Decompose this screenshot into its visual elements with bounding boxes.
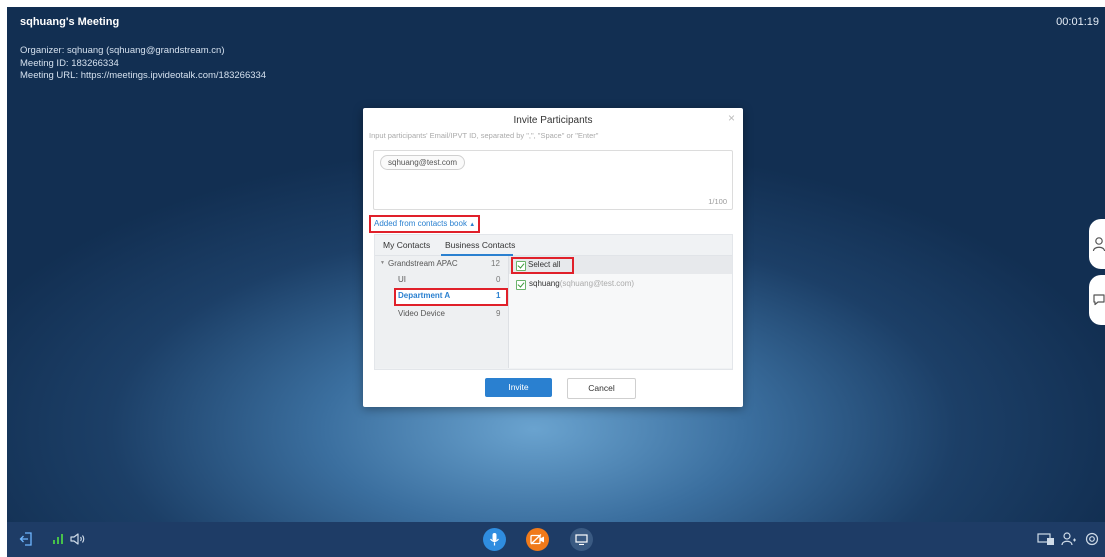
screen-share-icon	[575, 534, 588, 545]
meeting-toolbar	[7, 522, 1105, 557]
screen-share-button[interactable]	[570, 528, 593, 551]
select-all-row[interactable]: Select all	[509, 256, 732, 274]
participants-side-tab[interactable]	[1089, 219, 1105, 269]
contacts-panel: My Contacts Business Contacts ▼ Grandstr…	[374, 234, 733, 370]
chat-side-tab[interactable]	[1089, 275, 1105, 325]
microphone-icon	[490, 533, 499, 546]
member-checkbox[interactable]	[516, 280, 526, 290]
select-all-highlight: Select all	[511, 257, 574, 274]
dialog-title: Invite Participants	[513, 115, 593, 126]
participants-input[interactable]: sqhuang@test.com 1/100	[373, 150, 733, 210]
member-name-text: sqhuang	[529, 279, 560, 288]
participant-counter: 1/100	[708, 197, 727, 206]
meeting-id-text: Meeting ID: 183266334	[20, 57, 119, 69]
cancel-button[interactable]: Cancel	[567, 378, 636, 399]
settings-icon[interactable]	[1084, 531, 1100, 547]
select-all-label: Select all	[528, 260, 561, 269]
tree-node-label: Department A	[398, 291, 451, 300]
expand-arrow-icon[interactable]: ▼	[380, 260, 385, 266]
leave-icon[interactable]	[19, 531, 33, 547]
video-off-icon	[530, 534, 544, 545]
display-icon[interactable]	[1037, 533, 1055, 546]
caret-up-icon: ▲	[469, 222, 476, 228]
signal-icon[interactable]	[52, 533, 64, 545]
member-name: sqhuang(sqhuang@test.com)	[529, 279, 634, 288]
member-email: (sqhuang@test.com)	[559, 279, 635, 288]
organizer-text: Organizer: sqhuang (sqhuang@grandstream.…	[20, 45, 225, 56]
tab-business-contacts[interactable]: Business Contacts	[445, 240, 515, 250]
tree-node-count: 9	[496, 309, 501, 318]
speaker-icon[interactable]	[70, 532, 86, 546]
meeting-url-text: Meeting URL: https://meetings.ipvideotal…	[20, 70, 267, 81]
meeting-timer: 00:01:19	[1056, 16, 1099, 28]
tree-node-department-a[interactable]: Department A 1	[394, 288, 508, 306]
tree-node-label: Video Device	[398, 309, 445, 318]
invite-hint: Input participants' Email/IPVT ID, separ…	[369, 131, 599, 140]
department-tree: ▼ Grandstream APAC 12 UI 0 Department A …	[375, 256, 509, 368]
contacts-book-toggle[interactable]: Added from contacts book ▲	[369, 215, 481, 233]
video-button[interactable]	[526, 528, 549, 551]
invite-participants-dialog: Invite Participants × Input participants…	[363, 108, 743, 407]
close-icon[interactable]: ×	[728, 111, 735, 125]
member-list: Select all sqhuang(sqhuang@test.com)	[509, 256, 732, 368]
chat-icon	[1093, 294, 1105, 306]
contacts-book-label: Added from contacts book	[374, 219, 467, 228]
contacts-tabs: My Contacts Business Contacts	[375, 235, 732, 256]
meeting-title: sqhuang's Meeting	[20, 16, 120, 28]
invite-button[interactable]: Invite	[485, 378, 552, 397]
select-all-checkbox[interactable]	[516, 261, 526, 271]
tab-my-contacts[interactable]: My Contacts	[383, 240, 430, 250]
meeting-info: Organizer: sqhuang (sqhuang@grandstream.…	[20, 45, 266, 83]
participant-chip[interactable]: sqhuang@test.com	[380, 155, 466, 170]
tree-node-label: Grandstream APAC	[388, 259, 458, 268]
microphone-button[interactable]	[483, 528, 506, 551]
tree-node-count: 0	[496, 275, 501, 284]
participants-icon[interactable]	[1061, 531, 1077, 547]
tree-node-count: 1	[496, 291, 501, 300]
person-icon	[1092, 237, 1105, 252]
tree-node-label: UI	[398, 275, 406, 284]
tree-node-count: 12	[491, 259, 500, 268]
